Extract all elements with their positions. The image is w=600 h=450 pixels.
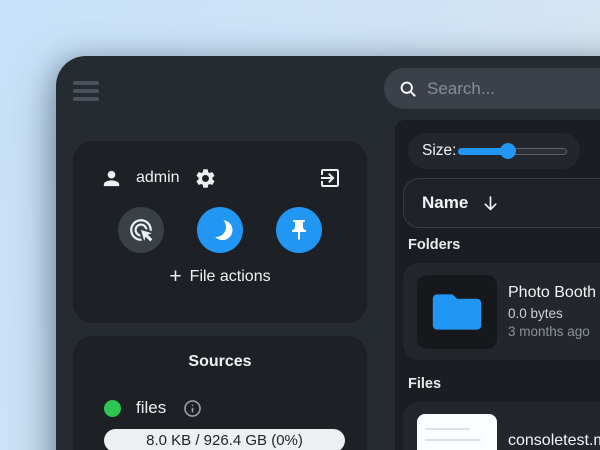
folder-icon	[430, 290, 484, 334]
file-name: consoletest.mov	[508, 432, 600, 449]
file-listing-pane: Size: Name Folders Photo Booth 0.0 bytes…	[395, 120, 600, 450]
sort-label: Name	[422, 193, 469, 212]
storage-usage-bar: 8.0 KB / 926.4 GB (0%)	[104, 429, 345, 450]
folders-heading: Folders	[408, 237, 461, 253]
app-window: Search... admin + File actions Sources f…	[56, 56, 600, 450]
search-placeholder: Search...	[427, 78, 496, 98]
logout-icon[interactable]	[318, 166, 342, 190]
select-mode-button[interactable]	[118, 207, 164, 253]
info-icon[interactable]	[183, 399, 202, 418]
arrow-down-icon	[480, 193, 501, 214]
size-label: Size:	[422, 142, 457, 159]
files-heading: Files	[408, 376, 442, 392]
file-item[interactable]: consoletest.mov 127.9 MB	[403, 402, 600, 450]
slider-thumb[interactable]	[500, 143, 517, 159]
user-panel: admin + File actions	[73, 141, 367, 323]
search-icon	[398, 79, 418, 99]
user-icon	[100, 167, 123, 190]
sort-button[interactable]: Name	[403, 178, 600, 228]
file-thumbnail	[417, 413, 497, 450]
storage-usage-text: 8.0 KB / 926.4 GB (0%)	[146, 432, 303, 449]
file-actions-label: File actions	[189, 268, 271, 285]
status-dot	[104, 399, 121, 417]
folder-item[interactable]: Photo Booth 0.0 bytes 3 months ago	[403, 263, 600, 360]
folder-tile	[417, 274, 497, 349]
pin-button[interactable]	[276, 207, 322, 253]
folder-modified: 3 months ago	[508, 324, 590, 339]
pin-icon	[287, 218, 311, 242]
click-select-icon	[128, 217, 154, 243]
desktop-background: Search... admin + File actions Sources f…	[0, 0, 600, 450]
folder-size: 0.0 bytes	[508, 306, 563, 321]
sources-panel: Sources files 8.0 KB / 926.4 GB (0%)	[73, 336, 367, 450]
settings-icon[interactable]	[194, 167, 217, 190]
source-row[interactable]: files	[104, 398, 367, 418]
size-slider[interactable]	[458, 143, 567, 159]
moon-icon	[205, 216, 228, 239]
sources-title: Sources	[188, 353, 252, 370]
search-bar[interactable]: Search...	[384, 68, 600, 109]
plus-icon: +	[169, 265, 182, 288]
menu-icon[interactable]	[73, 81, 99, 105]
size-slider-group: Size:	[408, 133, 580, 169]
username-label: admin	[136, 169, 180, 186]
file-actions-button[interactable]: + File actions	[73, 265, 367, 288]
folder-name: Photo Booth	[508, 284, 597, 301]
dark-mode-button[interactable]	[197, 207, 243, 253]
source-name-label: files	[136, 398, 167, 417]
